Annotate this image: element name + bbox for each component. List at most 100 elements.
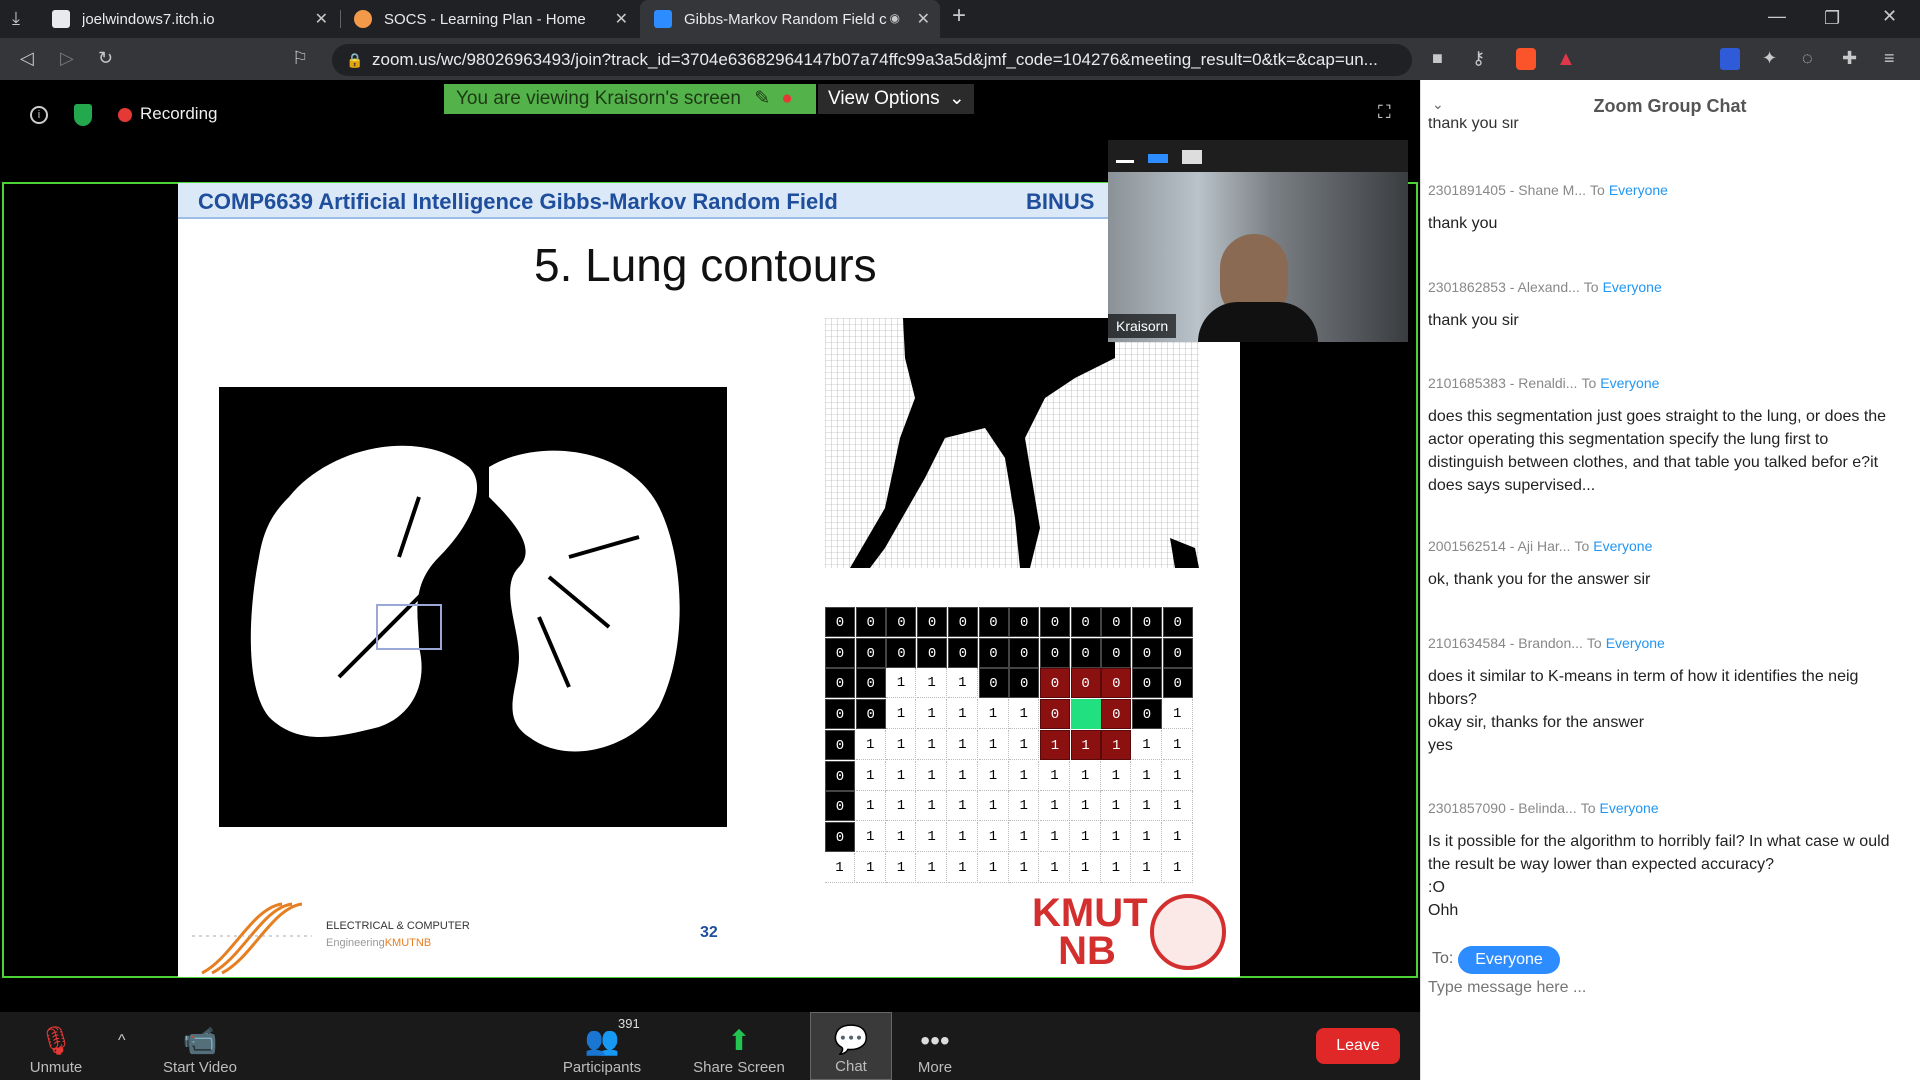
chat-title: Zoom Group Chat: [1593, 96, 1747, 116]
annotate-icon[interactable]: ✎: [754, 88, 770, 109]
matrix-cell: 0: [825, 668, 855, 699]
share-screen-label: Share Screen: [693, 1059, 785, 1076]
close-tab-icon[interactable]: ✕: [615, 9, 628, 29]
security-shield-icon[interactable]: [74, 104, 92, 126]
matrix-cell: 1: [1070, 852, 1101, 883]
extensions-puzzle-icon[interactable]: ✚: [1842, 48, 1857, 68]
more-dots-icon: •••: [920, 1025, 950, 1056]
ece-logo: [192, 898, 320, 976]
close-tab-icon[interactable]: ✕: [917, 9, 930, 29]
matrix-cell: 0: [1039, 637, 1070, 668]
extension-icon[interactable]: ◌: [1802, 48, 1813, 68]
chat-message-line: yes: [1428, 737, 1453, 754]
dept-name-engineering: Engineering: [326, 937, 385, 949]
matrix-cell: 1: [1132, 791, 1162, 822]
dept-name-line1: ELECTRICAL & COMPUTER: [326, 920, 470, 932]
chat-message-header: 2301857090 - Belinda... To Everyone: [1428, 800, 1659, 816]
close-tab-icon[interactable]: ✕: [315, 9, 328, 29]
restore-window-icon[interactable]: ❐: [1824, 8, 1840, 28]
matrix-cell: 1: [917, 821, 948, 852]
matrix-cell: 1: [1070, 760, 1101, 791]
matrix-cell: 1: [825, 852, 855, 883]
matrix-cell: 0: [825, 637, 855, 668]
view-options-button[interactable]: View Options ⌄: [818, 84, 974, 114]
tab-socs[interactable]: SOCS - Learning Plan - Home ✕: [340, 0, 638, 38]
bookmark-icon[interactable]: ⚐: [292, 48, 308, 68]
tab-itch[interactable]: joelwindows7.itch.io ✕: [38, 0, 338, 38]
matrix-cell: 0: [978, 607, 1009, 637]
key-icon[interactable]: ⚷: [1472, 48, 1485, 68]
matrix-cell: 1: [1132, 729, 1162, 760]
chat-to-label: To:: [1432, 950, 1454, 967]
chat-recipient[interactable]: Everyone: [1606, 635, 1665, 651]
zoomed-pixel-grid: [825, 318, 1199, 568]
matrix-cell: 0: [1162, 637, 1193, 668]
extension-icon[interactable]: ✦: [1762, 48, 1777, 68]
gallery-view-icon[interactable]: [1182, 150, 1202, 164]
info-icon[interactable]: i: [30, 106, 48, 124]
chat-recipient[interactable]: Everyone: [1609, 182, 1668, 198]
recipient-dropdown[interactable]: Everyone: [1458, 946, 1560, 974]
new-tab-icon[interactable]: +: [952, 4, 966, 28]
speaker-view-icon[interactable]: [1148, 154, 1168, 163]
brave-shield-icon[interactable]: [1516, 48, 1536, 70]
matrix-cell: 1: [886, 699, 917, 730]
matrix-cell: 1: [1039, 760, 1070, 791]
matrix-cell: 1: [947, 699, 978, 730]
matrix-cell: 1: [1009, 729, 1040, 760]
matrix-cell: 0: [886, 607, 917, 637]
matrix-cell: 1: [1039, 729, 1070, 760]
chat-message-line: thank you: [1428, 215, 1498, 232]
matrix-cell: 0: [855, 699, 886, 730]
matrix-cell: 0: [1009, 607, 1040, 637]
chat-message-input[interactable]: [1428, 974, 1908, 1002]
brave-rewards-icon[interactable]: ▲: [1556, 48, 1576, 71]
chat-recipient[interactable]: Everyone: [1603, 279, 1662, 295]
matrix-cell: 1: [1162, 729, 1193, 760]
leave-button[interactable]: Leave: [1316, 1028, 1400, 1064]
reload-icon[interactable]: ↻: [98, 48, 113, 68]
forward-icon[interactable]: ▷: [60, 48, 74, 68]
participant-body: [1198, 302, 1318, 342]
chat-bubble-icon: 💬: [833, 1024, 869, 1055]
recording-dot-icon: [118, 108, 132, 122]
start-video-button[interactable]: 📹 Start Video: [152, 1012, 248, 1080]
more-button[interactable]: ••• More: [900, 1012, 970, 1080]
matrix-cell: 1: [1162, 699, 1193, 730]
matrix-cell: 0: [1132, 637, 1162, 668]
matrix-cell: 0: [1101, 637, 1132, 668]
chat-recipient[interactable]: Everyone: [1593, 538, 1652, 554]
share-screen-button[interactable]: ⬆ Share Screen: [684, 1012, 794, 1080]
matrix-cell: 1: [978, 852, 1009, 883]
matrix-cell: 0: [947, 607, 978, 637]
matrix-cell: 1: [1132, 760, 1162, 791]
chat-recipient[interactable]: Everyone: [1600, 375, 1659, 391]
matrix-cell: 1: [947, 821, 978, 852]
download-icon[interactable]: ⤓: [12, 8, 20, 28]
address-bar[interactable]: 🔒 zoom.us/wc/98026963493/join?track_id=3…: [332, 44, 1412, 76]
matrix-cell: 1: [1162, 852, 1193, 883]
pixel-grid-illustration: [825, 318, 1199, 568]
share-screen-icon: ⬆: [727, 1025, 751, 1056]
matrix-cell: 1: [886, 760, 917, 791]
matrix-cell: 0: [825, 729, 855, 760]
matrix-cell: 1: [978, 699, 1009, 730]
fullscreen-icon[interactable]: ⛶: [1378, 102, 1391, 123]
matrix-cell: 1: [1039, 791, 1070, 822]
video-controls-bar: [1108, 140, 1408, 172]
extension-shield-icon[interactable]: [1720, 48, 1740, 70]
chat-button[interactable]: 💬 Chat: [810, 1012, 892, 1080]
close-window-icon[interactable]: ✕: [1882, 6, 1897, 26]
unmute-button[interactable]: 🎙 Unmute: [20, 1012, 92, 1080]
tab-zoom[interactable]: Gibbs-Markov Random Field c ◉ ✕: [640, 0, 940, 38]
chat-message-line: does it similar to K-means in term of ho…: [1428, 668, 1859, 708]
menu-icon[interactable]: ≡: [1884, 48, 1895, 68]
chat-recipient[interactable]: Everyone: [1599, 800, 1658, 816]
back-icon[interactable]: ◁: [20, 48, 34, 68]
matrix-cell: 1: [1101, 760, 1132, 791]
audio-options-chevron-icon[interactable]: ^: [118, 1032, 126, 1050]
logo-line1: KMUT: [1032, 891, 1148, 935]
camera-blocked-icon[interactable]: ■: [1432, 48, 1443, 68]
minimize-video-icon[interactable]: [1116, 160, 1134, 163]
minimize-window-icon[interactable]: —: [1768, 6, 1786, 26]
